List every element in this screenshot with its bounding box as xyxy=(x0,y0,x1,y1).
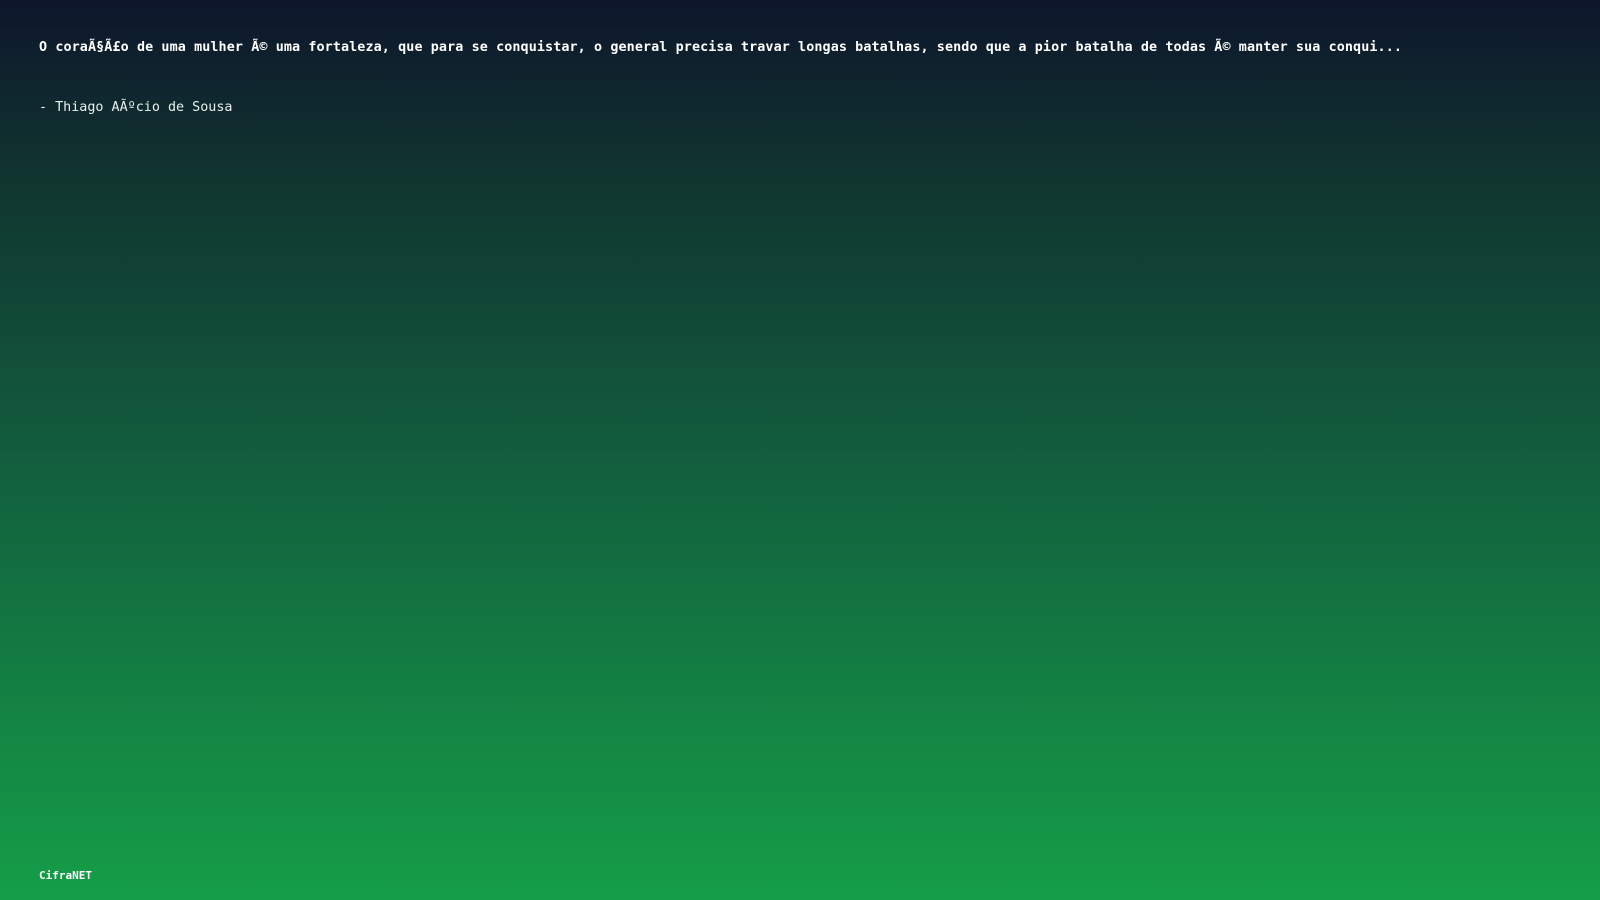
quote-author: - Thiago AÃºcio de Sousa xyxy=(39,100,233,115)
quote-text: O coraÃ§Ã£o de uma mulher Ã© uma fortale… xyxy=(39,40,1403,55)
brand-label: CifraNET xyxy=(39,869,92,882)
